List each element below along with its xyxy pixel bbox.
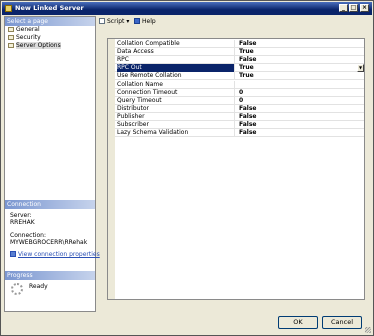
view-connection-properties-label: View connection properties: [18, 251, 100, 258]
resize-grip-icon[interactable]: [365, 327, 371, 333]
property-name: Use Remote Collation: [117, 72, 235, 81]
property-value[interactable]: False: [239, 121, 257, 129]
property-value[interactable]: False: [239, 105, 257, 113]
connection-label: Connection:: [10, 232, 46, 239]
page-item-label: Server Options: [16, 42, 61, 49]
title-bar[interactable]: New Linked Server _ □ ×: [2, 2, 372, 15]
left-pane: Select a page General Security Server Op…: [4, 16, 100, 312]
property-value[interactable]: False: [239, 113, 257, 121]
dialog-window: New Linked Server _ □ × Select a page Ge…: [0, 0, 374, 336]
property-row[interactable]: Connection Timeout 0: [115, 88, 364, 97]
page-item-general[interactable]: General: [8, 26, 40, 34]
property-name: Connection Timeout: [117, 88, 235, 97]
page-icon: [8, 27, 14, 32]
property-row[interactable]: Query Timeout 0: [115, 96, 364, 105]
property-name: Publisher: [117, 112, 235, 121]
property-name: Lazy Schema Validation: [117, 129, 235, 138]
maximize-button[interactable]: □: [349, 4, 358, 12]
property-row[interactable]: Distributor False: [115, 104, 364, 113]
property-name: Query Timeout: [117, 96, 235, 105]
script-button[interactable]: Script ▾: [99, 17, 129, 26]
property-row[interactable]: Subscriber False: [115, 121, 364, 129]
page-item-server-options[interactable]: Server Options: [8, 42, 61, 50]
page-icon: [8, 35, 14, 40]
server-value: RREHAK: [10, 219, 35, 226]
property-grid[interactable]: Collation Compatible False Data Access True…: [107, 38, 365, 300]
property-row[interactable]: Collation Name: [115, 80, 364, 89]
minimize-button[interactable]: _: [339, 4, 348, 12]
toolbar: Script ▾ Help: [97, 16, 372, 27]
connection-header: Connection: [5, 200, 95, 209]
property-row[interactable]: Collation Compatible False: [115, 40, 364, 48]
connection-value: MYWEBGROCERR\RRehak: [10, 239, 88, 246]
dropdown-arrow-icon[interactable]: ▼: [357, 64, 364, 73]
progress-header: Progress: [5, 271, 95, 280]
property-row[interactable]: Data Access True: [115, 48, 364, 57]
server-label: Server:: [10, 212, 32, 219]
property-row[interactable]: RPC Out True ▼: [115, 64, 364, 73]
close-button[interactable]: ×: [360, 4, 369, 12]
help-icon: [134, 18, 140, 24]
property-name: RPC: [117, 56, 235, 65]
script-label: Script: [107, 18, 125, 25]
page-item-security[interactable]: Security: [8, 34, 41, 42]
property-name: Collation Compatible: [117, 40, 235, 48]
property-name: Collation Name: [117, 80, 235, 89]
help-button[interactable]: Help: [134, 17, 156, 26]
chevron-down-icon: ▾: [126, 18, 130, 25]
script-icon: [99, 18, 105, 24]
grid-gutter: [108, 39, 115, 299]
progress-spinner-icon: [11, 283, 23, 295]
page-icon: [8, 43, 14, 48]
property-value[interactable]: 0: [239, 97, 243, 105]
cancel-button[interactable]: Cancel: [322, 316, 362, 329]
view-connection-properties-link[interactable]: View connection properties: [10, 251, 100, 258]
window-title: New Linked Server: [15, 4, 84, 12]
property-row[interactable]: Publisher False: [115, 112, 364, 121]
property-row[interactable]: RPC False: [115, 56, 364, 65]
property-row[interactable]: Lazy Schema Validation False: [115, 129, 364, 138]
ok-button[interactable]: OK: [278, 316, 318, 329]
property-value[interactable]: False: [239, 56, 257, 64]
property-value[interactable]: False: [239, 40, 257, 48]
property-value[interactable]: True: [239, 64, 254, 72]
property-value[interactable]: True: [239, 72, 254, 80]
property-value[interactable]: 0: [239, 89, 243, 97]
property-value[interactable]: True: [239, 48, 254, 56]
properties-icon: [10, 251, 16, 257]
page-item-label: Security: [16, 34, 41, 41]
window-icon: [5, 5, 12, 12]
property-name: Distributor: [117, 104, 235, 113]
property-name: RPC Out: [117, 64, 235, 73]
property-value[interactable]: False: [239, 129, 257, 137]
property-name: Subscriber: [117, 121, 235, 129]
property-name: Data Access: [117, 48, 235, 57]
select-page-header: Select a page: [5, 17, 95, 26]
page-item-label: General: [16, 26, 40, 33]
help-label: Help: [142, 18, 156, 25]
property-row[interactable]: Use Remote Collation True: [115, 72, 364, 81]
progress-status: Ready: [29, 283, 48, 290]
